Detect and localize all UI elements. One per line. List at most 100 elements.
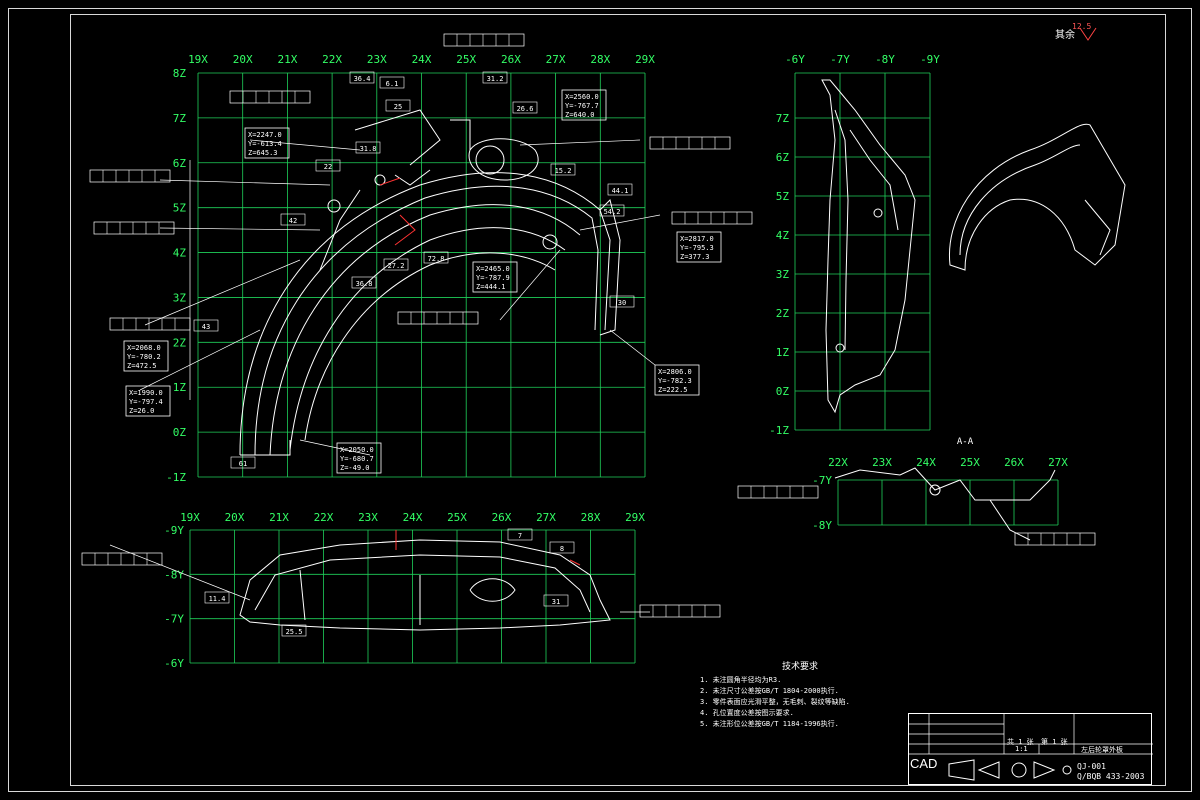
dimension-value: 31 [552,598,560,606]
dimension-value: 8 [560,545,564,553]
dimension-value: 43 [202,323,210,331]
dimension-value: 26.6 [517,105,534,113]
coordinate-value: X=2817.0 [680,235,714,243]
z-axis-label: -1Z [769,424,789,437]
x-axis-label: 28X [581,511,601,524]
tech-item: 1. 未注圆角半径均为R3. [700,676,782,684]
cad-logo: CAD [910,755,940,783]
x-axis-label: 19X [188,53,208,66]
cad-brand: CAD [910,756,938,771]
dimension-value: 36.8 [356,280,373,288]
coordinate-value: Y=-782.3 [658,377,692,385]
x-axis-label: 24X [403,511,423,524]
y-axis-label: -7Y [164,613,184,626]
feature-control-frame [649,136,731,150]
feature-control-frame [229,90,311,104]
leader-lines [109,139,661,613]
coordinate-value: Z=377.3 [680,253,710,261]
z-axis-label: 0Z [173,426,187,439]
x-axis-label: 24X [412,53,432,66]
x-axis-label: 28X [590,53,610,66]
top-view-grid: 19X 20X 21X 22X 23X 24X 25X 26X 27X 28X 29X-9Y-8Y-… [164,511,645,670]
coordinate-value: Z=472.5 [127,362,157,370]
part-name: 左后轮罩外板 [1081,746,1123,754]
z-axis-label: 3Z [776,268,790,281]
z-axis-label: 5Z [173,202,187,215]
x-axis-label: 27X [536,511,556,524]
tech-item: 4. 孔位置度公差按图示要求. [700,709,794,717]
coordinate-value: X=2806.0 [658,368,692,376]
x-axis-label: 26X [501,53,521,66]
x-axis-label: 29X [635,53,655,66]
top-view-red-marker [395,530,581,566]
tech-item: 3. 零件表面应光滑平整，无毛刺、裂纹等缺陷. [700,698,850,706]
front-view-red-markers [379,177,416,246]
doc-code: QJ-001 [1077,762,1106,771]
x-axis-label: 20X [225,511,245,524]
tech-title: 技术要求 [781,662,818,672]
side-view-profile [821,79,916,414]
tech-item: 5. 未注形位公差按GB/T 1184-1996执行. [700,720,839,728]
x-axis-label: 29X [625,511,645,524]
y-axis-label: -6Y [785,53,805,66]
x-axis-label: 24X [916,456,936,469]
x-axis-label: 25X [960,456,980,469]
z-axis-label: 6Z [173,157,187,170]
z-axis-label: 7Z [173,112,187,125]
x-axis-label: 23X [367,53,387,66]
dimension-value: 31.2 [487,75,504,83]
z-axis-label: 0Z [776,385,790,398]
side-view-grid: -6Y -7Y -8Y -9Y 7Z 6Z 5Z 4Z 3Z 2Z 1Z 0Z -1Z [769,53,940,437]
x-axis-label: 21X [269,511,289,524]
sheet-no: 第 1 张 [1041,738,1068,746]
coordinate-value: X=2068.0 [127,344,161,352]
coordinate-value: Y=-780.2 [127,353,161,361]
z-axis-label: 2Z [776,307,790,320]
z-axis-label: 4Z [776,229,790,242]
z-axis-label: 1Z [173,381,187,394]
coordinate-value: X=2560.0 [565,93,599,101]
z-axis-label: 1Z [776,346,790,359]
x-axis-label: 25X [456,53,476,66]
coordinate-value: Y=-787.9 [476,274,510,282]
x-axis-label: 19X [180,511,200,524]
coordinate-value: Y=-613.4 [248,140,282,148]
x-axis-label: 26X [492,511,512,524]
dimension-value: 61 [239,460,247,468]
coordinate-value: Z=26.0 [129,407,154,415]
section-profile [834,467,1056,541]
x-axis-label: 26X [1004,456,1024,469]
z-axis-label: 5Z [776,190,790,203]
y-axis-label: -7Y [812,474,832,487]
feature-control-frame [671,211,753,225]
drawing-number: Q/BQB 433-2003 [1077,772,1145,781]
coordinate-value: X=1990.0 [129,389,163,397]
y-axis-label: -6Y [164,657,184,670]
x-axis-label: 25X [447,511,467,524]
coordinate-value: Z=645.3 [248,149,278,157]
dimension-value: 25.5 [286,628,303,636]
dimension-value: 22 [324,163,332,171]
drawing-canvas: 19X 20X 21X 22X 23X 24X 25X 26X 27X 28X 29X 8Z 7Z 6Z 5… [81,27,1126,670]
z-axis-label: -1Z [166,471,186,484]
y-axis-label: -9Y [164,524,184,537]
coordinate-value: Z=-49.0 [340,464,370,472]
x-axis-label: 27X [546,53,566,66]
sheet-total: 共 1 张 [1007,738,1034,746]
dimension-value: 54.2 [604,208,621,216]
dimension-value: 15.2 [555,167,572,175]
dimension-value: 36.4 [354,75,371,83]
coordinate-callouts: X=2247.0Y=-613.4Z=645.3X=2560.0Y=-767.7Z… [123,89,722,474]
roughness-value: 12.5 [1072,22,1092,31]
feature-control-frame [81,552,163,566]
dimension-value: 30 [618,299,626,307]
dimension-value: 6.1 [386,80,399,88]
title-block: 左后轮罩外板 1:1 共 1 张 第 1 张 QJ-001 Q/BQB 433-… [908,713,1153,785]
x-axis-label: 27X [1048,456,1068,469]
feature-control-frame [737,485,819,499]
section-view-grid: 22X 23X 24X 25X 26X 27X -7Y -8Y A-A [812,437,1068,532]
coordinate-value: Y=-680.7 [340,455,374,463]
y-axis-label: -8Y [812,519,832,532]
x-axis-label: 22X [322,53,342,66]
coordinate-value: Y=-795.3 [680,244,714,252]
